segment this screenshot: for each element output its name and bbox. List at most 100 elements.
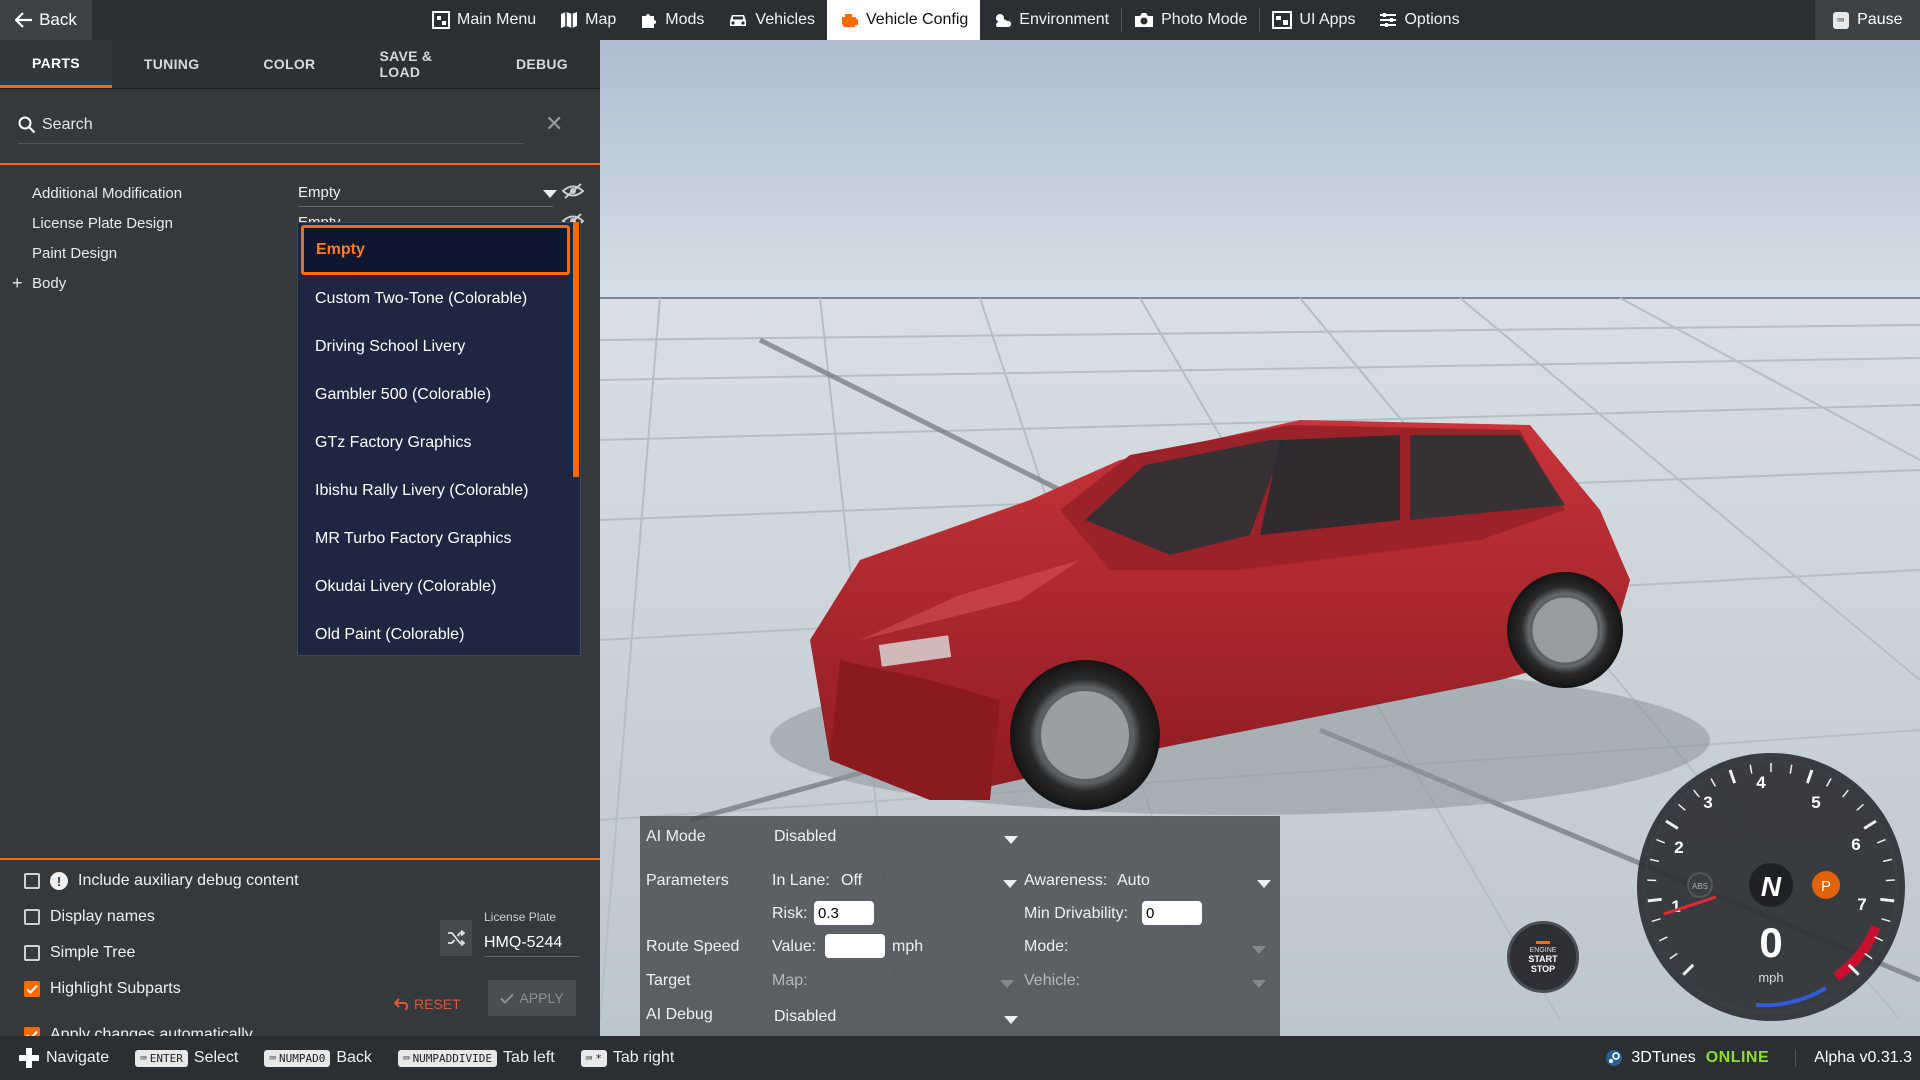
route-speed-label: Route Speed (646, 938, 740, 955)
expand-plus-icon[interactable]: + (12, 273, 23, 294)
value-label: Value: (772, 938, 817, 955)
nav-options[interactable]: Options (1367, 0, 1471, 40)
shuffle-icon (447, 930, 465, 946)
in-lane-select[interactable]: Off (841, 872, 1021, 890)
nav-label: Mods (665, 11, 705, 28)
nav-map[interactable]: Map (548, 0, 628, 40)
keyboard-key: ⌨ * (580, 1049, 607, 1067)
route-speed-input[interactable] (825, 934, 885, 958)
dropdown-option[interactable]: Driving School Livery (298, 323, 580, 371)
nav-vehicles[interactable]: Vehicles (716, 0, 827, 40)
speedometer-gauge: 1 2 3 4 5 6 7 ABS N P 0 mph (1637, 753, 1905, 1021)
part-label: Body (32, 274, 67, 292)
reset-button[interactable]: RESET (394, 996, 461, 1012)
nav-environment[interactable]: Environment (980, 0, 1121, 40)
nav-mods[interactable]: Mods (628, 0, 716, 40)
paint-design-dropdown[interactable]: Empty Custom Two-Tone (Colorable) Drivin… (297, 222, 581, 656)
config-tabs: PARTS TUNING COLOR SAVE & LOAD DEBUG (0, 40, 600, 89)
simple-tree-option[interactable]: Simple Tree (24, 944, 135, 962)
chevron-down-icon[interactable] (1252, 946, 1266, 954)
nav-photo-mode[interactable]: Photo Mode (1122, 0, 1259, 40)
license-plate-input[interactable]: HMQ-5244 (484, 930, 580, 957)
key-name: ENTER (149, 1051, 183, 1065)
hint-tab-right: ⌨ * Tab right (580, 1049, 674, 1067)
info-icon: ! (50, 872, 68, 890)
aux-debug-option[interactable]: ! Include auxiliary debug content (24, 872, 299, 890)
target-label: Target (646, 972, 691, 989)
rpm-label: 3 (1703, 793, 1712, 812)
dropdown-option[interactable]: Gambler 500 (Colorable) (298, 371, 580, 419)
ai-debug-label: AI Debug (646, 1006, 713, 1023)
rpm-label: 1 (1671, 897, 1680, 916)
hint-label: Back (336, 1049, 372, 1066)
clear-search-icon[interactable]: ✕ (545, 111, 563, 137)
rpm-label: 6 (1851, 835, 1860, 854)
dropdown-option[interactable]: MR Turbo Factory Graphics (298, 515, 580, 563)
chevron-down-icon[interactable] (1252, 980, 1266, 988)
version-label: Alpha v0.31.3 (1795, 1049, 1912, 1067)
engine-label: ENGINE (1529, 946, 1557, 954)
dropdown-option[interactable]: Ibishu Rally Livery (Colorable) (298, 467, 580, 515)
search-input[interactable]: Search (18, 107, 523, 144)
tab-debug[interactable]: DEBUG (484, 40, 600, 88)
parameters-label: Parameters (646, 872, 729, 889)
main-menu-icon (432, 11, 450, 29)
puzzle-icon (640, 11, 658, 29)
dropdown-option[interactable]: Custom Two-Tone (Colorable) (298, 275, 580, 323)
chevron-down-icon (1004, 1016, 1018, 1024)
dropdown-option[interactable]: Okudai Livery (Colorable) (298, 563, 580, 611)
randomize-plate-button[interactable] (440, 920, 472, 956)
in-lane-value: Off (841, 872, 863, 889)
tab-save-load[interactable]: SAVE & LOAD (347, 40, 483, 88)
speed-unit: mph (892, 938, 924, 955)
awareness-select[interactable]: Auto (1117, 872, 1277, 890)
ai-debug-select[interactable]: Disabled (774, 1008, 1024, 1026)
aux-debug-checkbox[interactable] (24, 873, 40, 889)
camera-icon (1134, 12, 1154, 28)
dropdown-option[interactable]: Old Paint (Colorable) (298, 611, 580, 655)
tab-color[interactable]: COLOR (231, 40, 347, 88)
park-label: P (1821, 878, 1831, 895)
key-name: NUMPADDIVIDE (412, 1051, 493, 1065)
pause-label: Pause (1857, 11, 1903, 28)
rpm-label: 7 (1857, 895, 1866, 914)
nav-label: Vehicles (755, 11, 815, 28)
keyboard-key: ⌨ NUMPADDIVIDE (397, 1049, 498, 1067)
tree-row-additional-modification[interactable]: Additional Modification Empty (0, 178, 600, 208)
undo-icon (394, 998, 410, 1010)
simple-tree-checkbox[interactable] (24, 945, 40, 961)
display-names-checkbox[interactable] (24, 909, 40, 925)
nav-ui-apps[interactable]: UI Apps (1260, 0, 1367, 40)
dropdown-scrollbar[interactable] (573, 222, 579, 477)
highlight-subparts-checkbox[interactable] (24, 981, 40, 997)
engine-start-stop-button[interactable]: ENGINE START STOP (1507, 921, 1579, 993)
part-select[interactable]: Empty (298, 180, 557, 207)
nav-vehicle-config[interactable]: Vehicle Config (827, 0, 981, 40)
dropdown-option[interactable]: Empty (301, 225, 570, 275)
rpm-label: 5 (1811, 793, 1820, 812)
back-button[interactable]: Back (0, 0, 92, 40)
display-names-option[interactable]: Display names (24, 908, 155, 926)
risk-input[interactable] (814, 901, 874, 925)
option-label: Simple Tree (50, 944, 136, 961)
weather-icon (992, 11, 1012, 29)
ai-mode-select[interactable]: Disabled (774, 828, 1024, 846)
pause-button[interactable]: ⌨ Pause (1815, 0, 1920, 40)
min-drivability-label: Min Drivability: (1024, 905, 1129, 922)
min-drivability-input[interactable] (1142, 901, 1202, 925)
tab-tuning[interactable]: TUNING (112, 40, 231, 88)
apply-button[interactable]: APPLY (488, 980, 576, 1016)
mode-label: Mode: (1024, 938, 1069, 955)
top-bar: Back Main Menu Map Mods Vehicles Vehicle… (0, 0, 1920, 40)
keyboard-key: ⌨ ENTER (135, 1049, 188, 1067)
tab-parts[interactable]: PARTS (0, 40, 112, 88)
part-label: Paint Design (32, 244, 118, 262)
highlight-subparts-option[interactable]: Highlight Subparts (24, 980, 181, 998)
chevron-down-icon[interactable] (1000, 980, 1014, 988)
chevron-down-icon (1003, 880, 1017, 888)
ui-apps-icon (1272, 11, 1293, 29)
nav-main-menu[interactable]: Main Menu (420, 0, 548, 40)
ai-debug-value: Disabled (774, 1008, 837, 1025)
eye-slash-icon[interactable] (561, 182, 585, 204)
dropdown-option[interactable]: GTz Factory Graphics (298, 419, 580, 467)
